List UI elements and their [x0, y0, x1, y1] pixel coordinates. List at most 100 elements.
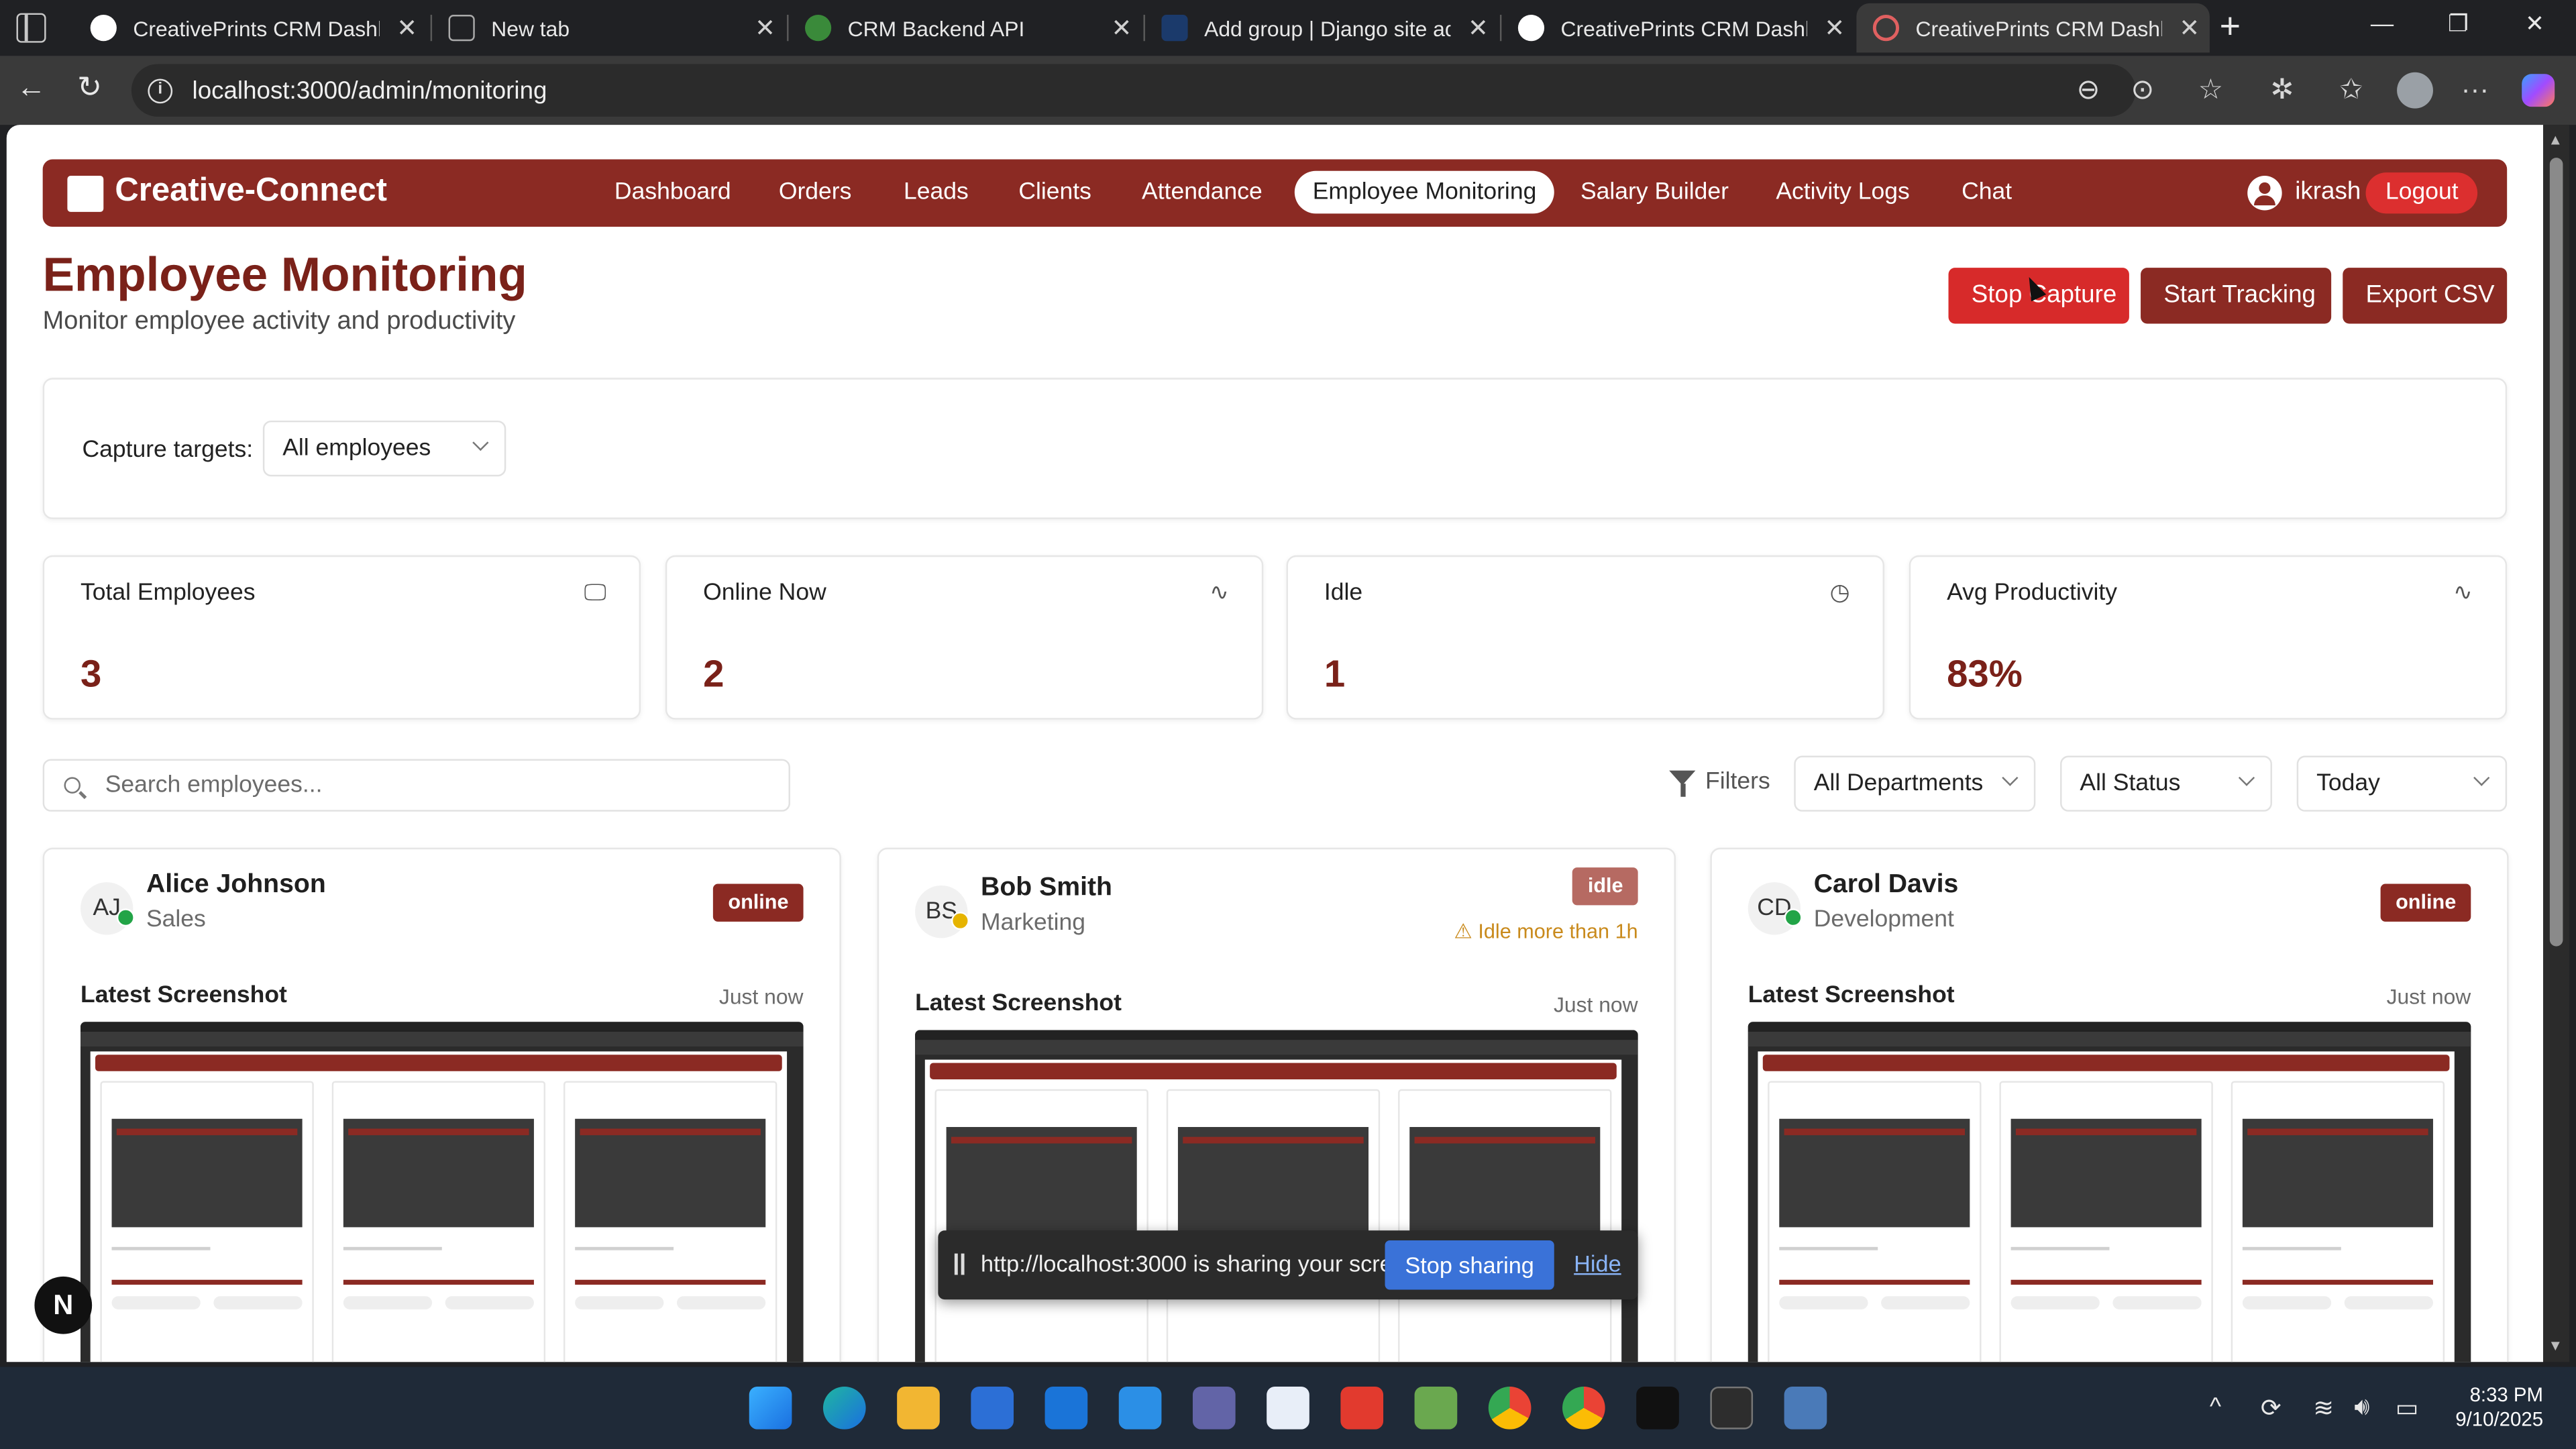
employee-card-alice[interactable]: AJ Alice Johnson Sales online Latest Scr… [42, 847, 841, 1362]
edge-icon[interactable] [822, 1386, 866, 1430]
app-navbar: Creative-Connect Dashboard Orders Leads … [42, 159, 2508, 227]
address-bar[interactable]: i localhost:3000/admin/monitoring [131, 64, 2136, 117]
close-window-icon[interactable]: ✕ [2525, 10, 2544, 38]
status-badge: idle [1572, 867, 1638, 906]
extensions-icon[interactable]: ✲ [2271, 74, 2294, 107]
more-options-circle-icon[interactable]: ⊙ [2131, 74, 2154, 107]
close-icon[interactable]: ✕ [1112, 13, 1132, 43]
copilot-icon[interactable] [2522, 74, 2555, 107]
wps-icon[interactable] [1340, 1386, 1384, 1430]
record-icon [1872, 15, 1900, 42]
close-icon[interactable]: ✕ [2179, 13, 2200, 43]
thumb-img [946, 1127, 1137, 1236]
nav-dashboard[interactable]: Dashboard [596, 171, 749, 214]
browser-tab[interactable]: Add group | Django site admin ✕ [1145, 3, 1499, 52]
department-select[interactable]: All Departments [1794, 755, 2036, 812]
profile-avatar-icon[interactable] [2397, 72, 2433, 109]
scrollbar-thumb[interactable] [2549, 158, 2563, 947]
presence-dot [1784, 908, 1803, 927]
browser-tab-active[interactable]: CreativePrints CRM Dashboard ✕ [1856, 3, 2210, 53]
wifi-icon[interactable]: ≋ [2313, 1393, 2334, 1423]
task-manager-icon[interactable] [1784, 1386, 1827, 1430]
outlook-icon[interactable] [1044, 1386, 1088, 1430]
back-icon[interactable]: ← [16, 70, 46, 105]
terminal-icon[interactable] [1710, 1386, 1754, 1430]
start-tracking-button[interactable]: Start Tracking [2141, 268, 2332, 324]
tray-chevron-up-icon[interactable]: ^ [2210, 1393, 2221, 1421]
employee-card-carol[interactable]: CD Carol Davis Development online Latest… [1710, 847, 2509, 1362]
nav-chat[interactable]: Chat [1943, 171, 2030, 214]
browser-tab[interactable]: CreativePrints CRM Dashboard ✕ [1501, 3, 1855, 52]
stop-sharing-button[interactable]: Stop sharing [1385, 1240, 1554, 1290]
browser-tab[interactable]: CRM Backend API ✕ [789, 3, 1142, 52]
chrome-icon[interactable] [1488, 1386, 1532, 1430]
close-icon[interactable]: ✕ [396, 13, 417, 43]
nav-clients[interactable]: Clients [1000, 171, 1109, 214]
windows-start-icon[interactable] [749, 1386, 792, 1430]
restore-icon[interactable]: ❐ [2448, 10, 2469, 38]
word-icon[interactable] [1267, 1386, 1309, 1430]
favorites-icon[interactable]: ✩ [2339, 74, 2363, 107]
nextjs-dev-button[interactable]: N [34, 1276, 93, 1334]
stat-card-online-now: Online Now ∿ 2 [665, 555, 1264, 720]
close-icon[interactable]: ✕ [1468, 13, 1489, 43]
browser-tab[interactable]: CreativePrints CRM Dashboard ✕ [74, 3, 427, 52]
nav-orders[interactable]: Orders [761, 171, 869, 214]
status-select[interactable]: All Status [2060, 755, 2272, 812]
info-icon[interactable]: i [148, 78, 173, 103]
store-icon[interactable] [971, 1386, 1014, 1430]
nav-activity-logs[interactable]: Activity Logs [1758, 171, 1927, 214]
clock-icon: ◷ [1829, 578, 1850, 605]
thumb-chip [445, 1296, 534, 1309]
scroll-down-icon[interactable]: ▼ [2548, 1337, 2563, 1353]
screenshot-thumbnail[interactable] [80, 1022, 804, 1362]
menu-icon[interactable]: ··· [2461, 74, 2489, 107]
chrome-profile-icon[interactable] [1562, 1386, 1605, 1430]
search-input[interactable]: Search employees... [42, 759, 790, 812]
system-clock[interactable]: 8:33 PM 9/10/2025 [2451, 1383, 2543, 1432]
nav-employee-monitoring[interactable]: Employee Monitoring [1294, 170, 1555, 214]
vscode-icon[interactable] [1118, 1386, 1162, 1430]
filter-icon [1669, 770, 1696, 797]
reload-icon[interactable]: ↻ [77, 70, 102, 105]
thumb-bar [915, 1040, 1638, 1055]
app-icon[interactable] [1414, 1386, 1458, 1430]
terminal-app-icon[interactable] [1636, 1386, 1679, 1430]
thumb-tabs [1748, 1022, 2471, 1032]
capture-targets-select[interactable]: All employees [262, 420, 506, 477]
zoom-out-icon[interactable]: ⊖ [2077, 74, 2100, 107]
scroll-up-icon[interactable]: ▲ [2548, 131, 2563, 148]
logout-button[interactable]: Logout [2365, 172, 2478, 214]
export-csv-button[interactable]: Export CSV [2343, 268, 2508, 324]
thumb-chip [2242, 1296, 2332, 1309]
nav-salary-builder[interactable]: Salary Builder [1562, 171, 1747, 214]
filters-button[interactable]: Filters [1669, 769, 1770, 797]
chevron-down-icon [2473, 769, 2490, 786]
star-icon[interactable]: ☆ [2198, 74, 2223, 107]
page-scrollbar[interactable]: ▲ ▼ [2543, 125, 2570, 1362]
nav-attendance[interactable]: Attendance [1124, 171, 1281, 214]
sidebar-toggle-icon[interactable] [16, 13, 46, 43]
page-subtitle: Monitor employee activity and productivi… [42, 307, 516, 335]
file-explorer-icon[interactable] [897, 1386, 940, 1430]
browser-tab[interactable]: New tab ✕ [432, 3, 786, 52]
close-icon[interactable]: ✕ [1824, 13, 1845, 43]
thumb-nav [930, 1063, 1617, 1079]
teams-icon[interactable] [1192, 1386, 1236, 1430]
screenshot-thumbnail[interactable] [915, 1030, 1638, 1362]
warning-icon: ⚠ [1454, 920, 1472, 943]
nav-leads[interactable]: Leads [885, 171, 987, 214]
new-tab-icon[interactable]: + [2220, 5, 2241, 48]
minimize-icon[interactable]: — [2371, 10, 2394, 36]
close-icon[interactable]: ✕ [755, 13, 775, 43]
screenshot-title: Latest Screenshot [80, 982, 287, 1009]
battery-icon[interactable]: ▭ [2396, 1393, 2419, 1423]
stat-card-idle: Idle ◷ 1 [1286, 555, 1885, 720]
period-select[interactable]: Today [2296, 755, 2508, 812]
thumb-progress [111, 1279, 303, 1285]
thumb-progress [2010, 1279, 2202, 1285]
volume-icon[interactable]: 🔊︎ [2354, 1393, 2369, 1421]
screenshot-thumbnail[interactable] [1748, 1022, 2471, 1362]
sync-icon[interactable]: ⟳ [2261, 1393, 2282, 1423]
hide-share-bar-link[interactable]: Hide [1574, 1250, 1621, 1277]
